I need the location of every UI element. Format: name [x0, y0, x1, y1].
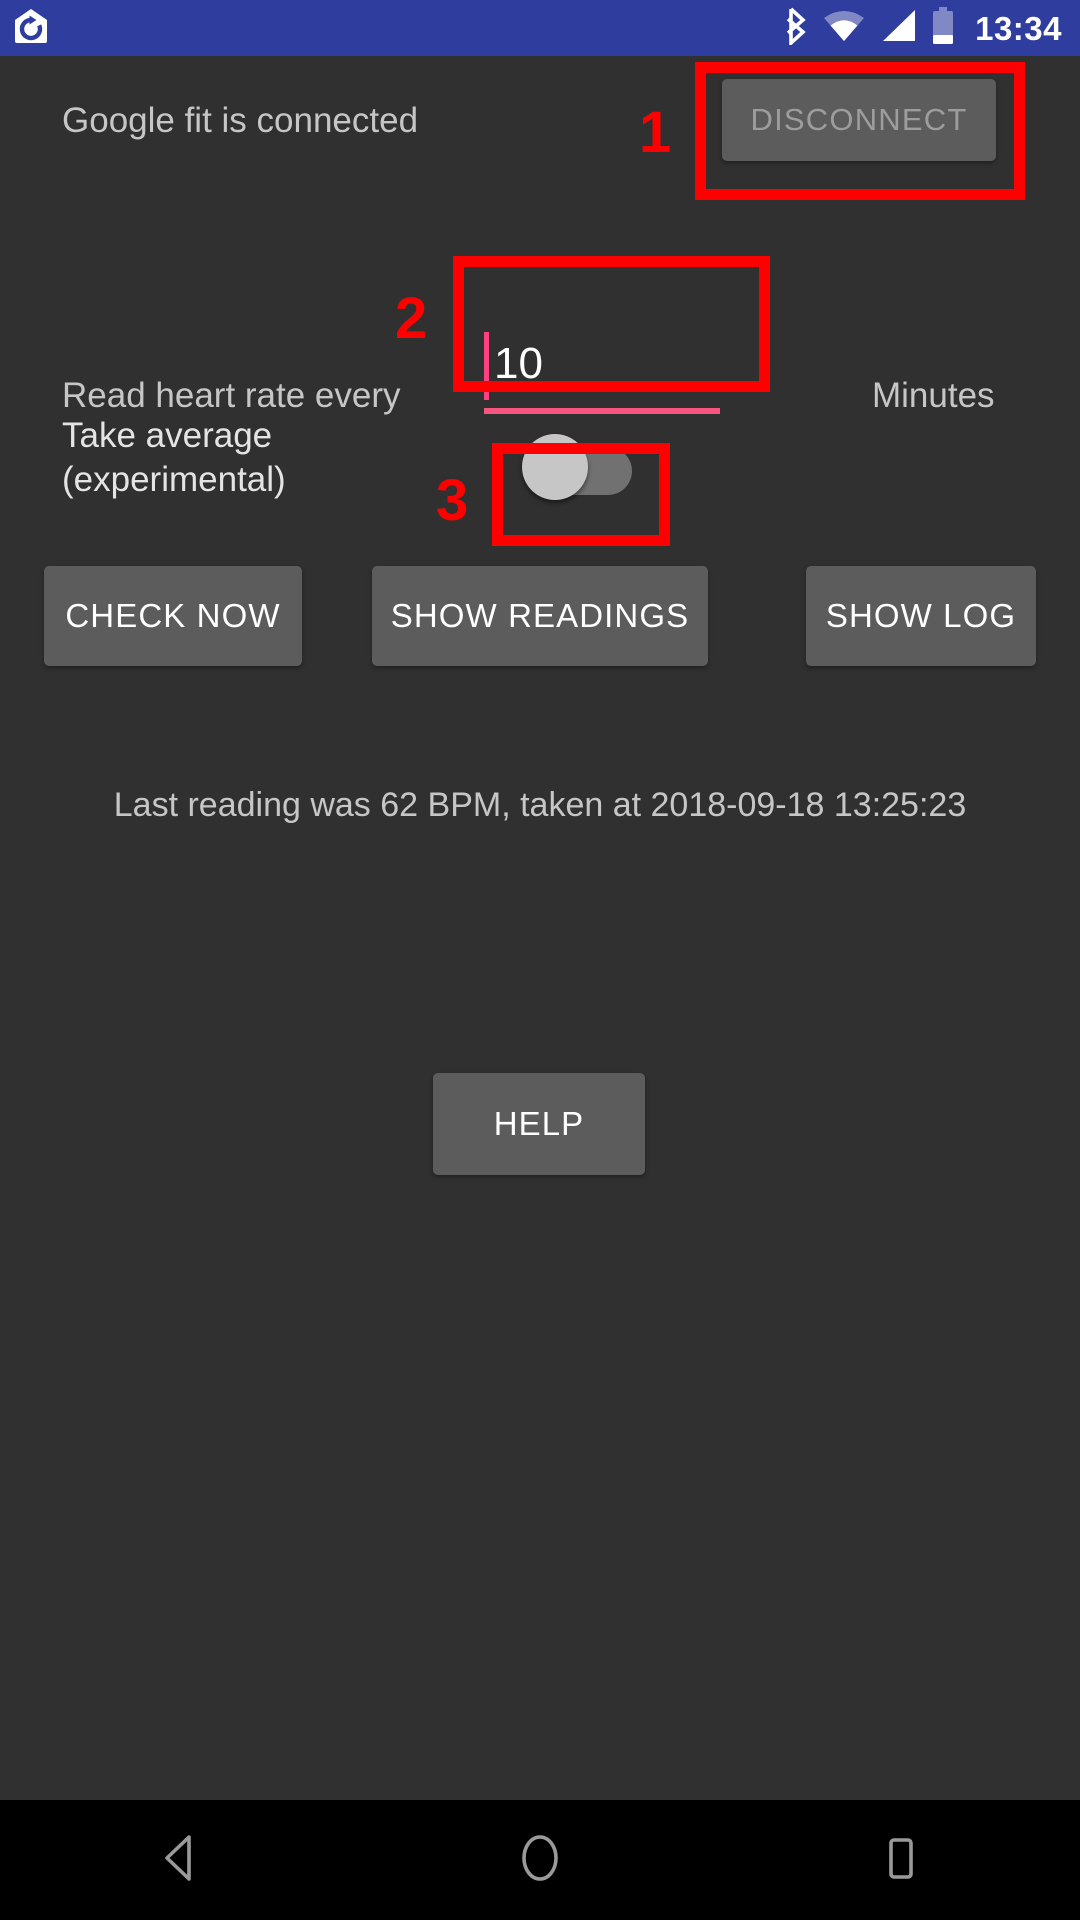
take-average-switch[interactable] [522, 434, 632, 500]
disconnect-button[interactable]: DISCONNECT [722, 79, 996, 161]
show-readings-button[interactable]: SHOW READINGS [372, 566, 708, 666]
take-average-row: Take average (experimental) [0, 414, 1080, 524]
recents-square-icon [878, 1833, 922, 1888]
read-interval-prefix-label: Read heart rate every [62, 376, 401, 415]
back-triangle-icon [157, 1833, 203, 1888]
home-button[interactable] [480, 1800, 600, 1920]
google-fit-status-label: Google fit is connected [62, 101, 419, 140]
status-bar-right: 13:34 [783, 6, 1062, 50]
status-bar: 13:34 [0, 0, 1080, 56]
read-interval-row: Read heart rate every Minutes [0, 254, 1080, 415]
read-interval-field [484, 326, 726, 422]
house-refresh-icon [14, 8, 48, 49]
take-average-label-line1: Take average [62, 416, 273, 455]
help-button[interactable]: HELP [433, 1073, 645, 1175]
android-navigation-bar [0, 1800, 1080, 1920]
google-fit-row: Google fit is connected DISCONNECT [0, 56, 1080, 208]
read-interval-suffix-label: Minutes [872, 376, 995, 415]
status-bar-left [14, 8, 48, 49]
status-bar-clock: 13:34 [975, 9, 1062, 47]
switch-thumb [522, 434, 588, 500]
last-reading-status-text: Last reading was 62 BPM, taken at 2018-0… [113, 786, 967, 824]
take-average-label-line2: (experimental) [62, 460, 286, 499]
home-circle-icon [517, 1832, 563, 1889]
take-average-label: Take average (experimental) [62, 414, 442, 502]
check-now-button[interactable]: CHECK NOW [44, 566, 302, 666]
wifi-icon [823, 9, 865, 48]
bluetooth-icon [783, 7, 809, 50]
cell-signal-icon [879, 9, 917, 48]
back-button[interactable] [120, 1800, 240, 1920]
battery-icon [931, 6, 955, 50]
phone-screen: 13:34 Google fit is connected DISCONNECT… [0, 0, 1080, 1920]
recents-button[interactable] [840, 1800, 960, 1920]
show-log-button[interactable]: SHOW LOG [806, 566, 1036, 666]
read-interval-input[interactable] [490, 326, 722, 402]
text-caret [484, 332, 489, 400]
app-content: Google fit is connected DISCONNECT Read … [0, 56, 1080, 1800]
action-buttons-row: CHECK NOW SHOW READINGS SHOW LOG [0, 566, 1080, 676]
